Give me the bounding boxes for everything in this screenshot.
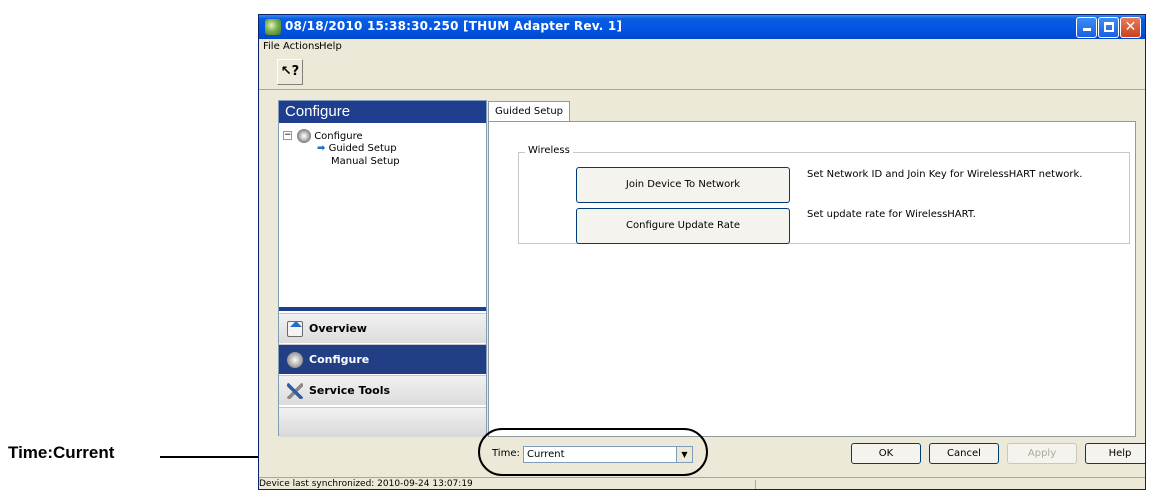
pane-title: Configure (279, 101, 486, 123)
nav-overview-button[interactable]: Overview (279, 313, 486, 343)
maximize-button[interactable] (1098, 17, 1119, 38)
tree-item-label: Guided Setup (328, 143, 397, 154)
minimize-button[interactable] (1076, 17, 1097, 38)
update-rate-description: Set update rate for WirelessHART. (807, 209, 976, 220)
join-device-description: Set Network ID and Join Key for Wireless… (807, 169, 1083, 180)
tree-item-label: Configure (314, 131, 363, 142)
wireless-group: Wireless Join Device To Network Set Netw… (518, 145, 1130, 244)
configure-update-rate-button[interactable]: Configure Update Rate (576, 208, 790, 244)
join-device-button[interactable]: Join Device To Network (576, 167, 790, 203)
cancel-button[interactable]: Cancel (929, 443, 999, 464)
toolbar: ↖? (259, 57, 1145, 87)
tree-view: − Configure ➡ Guided Setup Manual Setup (283, 129, 483, 299)
sync-status: Device last synchronized: 2010-09-24 13:… (259, 479, 473, 489)
nav-label: Configure (309, 353, 370, 366)
tools-icon (287, 383, 303, 399)
close-button[interactable]: ✕ (1120, 17, 1141, 38)
close-icon: ✕ (1124, 19, 1137, 35)
menu-actions[interactable]: Actions (283, 41, 320, 52)
toolbar-divider (259, 89, 1145, 90)
tree-item-configure[interactable]: − Configure (283, 129, 363, 143)
help-cursor-button[interactable]: ↖? (277, 59, 303, 85)
nav-label: Service Tools (309, 384, 391, 397)
nav-label: Overview (309, 322, 367, 335)
minimize-icon (1082, 28, 1091, 31)
title-bar[interactable]: 08/18/2010 15:38:30.250 [THUM Adapter Re… (259, 15, 1145, 39)
tree-item-label: Manual Setup (331, 156, 400, 167)
tree-item-guided-setup[interactable]: ➡ Guided Setup (317, 143, 397, 154)
help-cursor-icon: ↖? (280, 64, 300, 79)
group-label: Wireless (525, 145, 573, 156)
maximize-icon (1103, 22, 1114, 32)
pane-splitter[interactable] (279, 307, 486, 311)
tab-guided-setup[interactable]: Guided Setup (488, 101, 570, 122)
house-icon (287, 321, 303, 337)
nav-empty-slot (279, 407, 486, 437)
window-title: 08/18/2010 15:38:30.250 [THUM Adapter Re… (285, 19, 623, 33)
menu-file[interactable]: File (263, 41, 280, 52)
tree-item-manual-setup[interactable]: Manual Setup (331, 156, 400, 167)
apply-button[interactable]: Apply (1007, 443, 1077, 464)
arrow-right-icon: ➡ (317, 143, 326, 154)
status-divider (755, 480, 756, 489)
callout-highlight-ellipse (478, 428, 708, 476)
app-window: 08/18/2010 15:38:30.250 [THUM Adapter Re… (258, 14, 1146, 490)
menu-help[interactable]: Help (319, 41, 342, 52)
gear-icon (287, 352, 303, 368)
app-icon (265, 19, 281, 35)
navigation-pane: Configure − Configure ➡ Guided Setup Man… (278, 100, 487, 437)
guided-setup-panel: Wireless Join Device To Network Set Netw… (488, 121, 1136, 437)
gear-icon (297, 129, 311, 143)
collapse-icon[interactable]: − (283, 131, 292, 140)
nav-configure-button[interactable]: Configure (279, 344, 486, 374)
callout-label: Time:Current (8, 443, 115, 462)
help-button[interactable]: Help (1085, 443, 1145, 464)
ok-button[interactable]: OK (851, 443, 921, 464)
status-bar: Device last synchronized: 2010-09-24 13:… (259, 477, 1145, 489)
menu-bar: File Actions Help (259, 39, 1145, 55)
nav-service-tools-button[interactable]: Service Tools (279, 375, 486, 405)
